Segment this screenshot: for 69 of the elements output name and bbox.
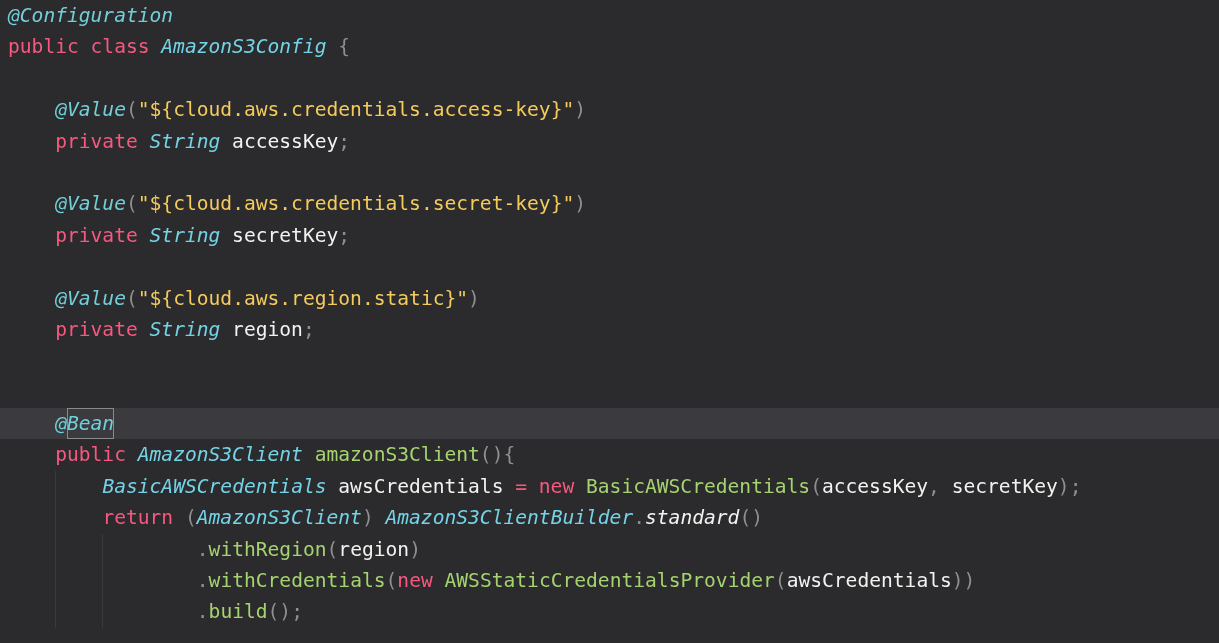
identifier: secretKey: [232, 222, 339, 249]
punctuation: .: [633, 505, 645, 532]
method-name: withCredentials: [208, 568, 386, 595]
method-name: amazonS3Client: [314, 442, 480, 469]
string-literal: "${cloud.aws.credentials.secret-key}": [137, 191, 575, 218]
punctuation: (){: [479, 442, 516, 469]
type-name: AmazonS3ClientBuilder: [385, 505, 634, 532]
identifier: secretKey: [951, 473, 1058, 500]
punctuation: ): [409, 536, 421, 563]
annotation-token: @Configuration: [8, 3, 174, 29]
punctuation: .: [196, 599, 209, 626]
annotation-token: @: [55, 411, 67, 438]
punctuation: .: [196, 536, 209, 563]
keyword-token: new: [397, 568, 434, 595]
annotation-token: @Value: [55, 97, 126, 124]
punctuation: (: [125, 97, 138, 124]
punctuation: (: [774, 568, 787, 595]
identifier: region: [338, 536, 410, 563]
method-name: AWSStaticCredentialsProvider: [444, 568, 775, 595]
punctuation: ): [468, 285, 480, 312]
punctuation: (: [326, 536, 339, 563]
punctuation: {: [338, 34, 351, 61]
punctuation: ): [361, 505, 375, 532]
punctuation: ,: [928, 473, 941, 500]
type-name: String: [149, 222, 222, 249]
keyword-token: new: [538, 473, 576, 500]
type-name: BasicAWSCredentials: [102, 473, 328, 500]
annotation-token: @Value: [55, 285, 126, 312]
punctuation: (: [385, 568, 398, 595]
string-literal: "${cloud.aws.region.static}": [137, 285, 469, 312]
identifier: awsCredentials: [338, 473, 505, 500]
method-name: withRegion: [208, 536, 327, 563]
punctuation: ;: [302, 316, 315, 343]
punctuation: );: [1057, 473, 1082, 500]
punctuation: (: [125, 191, 138, 218]
type-name: String: [149, 316, 222, 343]
annotation-token: @Value: [55, 191, 126, 218]
punctuation: ();: [267, 599, 303, 626]
keyword-token: private: [55, 316, 139, 343]
string-literal: "${cloud.aws.credentials.access-key}": [137, 97, 575, 124]
keyword-token: private: [55, 128, 139, 155]
identifier: accessKey: [232, 128, 339, 155]
keyword-token: public: [55, 442, 127, 469]
punctuation: ): [574, 191, 587, 218]
type-name: AmazonS3Config: [161, 34, 328, 61]
identifier: awsCredentials: [786, 568, 952, 595]
method-name: build: [208, 599, 268, 626]
annotation-token: Bean: [67, 408, 115, 440]
punctuation: .: [196, 568, 209, 595]
type-name: AmazonS3Client: [137, 442, 304, 469]
method-name: BasicAWSCredentials: [586, 473, 811, 500]
punctuation: ): [574, 97, 587, 124]
punctuation: ;: [338, 128, 351, 155]
keyword-token: private: [55, 222, 139, 249]
method-call: standard: [645, 505, 740, 532]
keyword-token: return: [102, 505, 175, 532]
punctuation: ;: [338, 222, 351, 249]
punctuation: (): [739, 505, 763, 532]
type-name: String: [149, 128, 222, 155]
punctuation: )): [951, 568, 976, 595]
keyword-token: public: [8, 34, 80, 61]
punctuation: (: [184, 505, 197, 532]
identifier: accessKey: [821, 473, 929, 500]
punctuation: (: [810, 473, 822, 500]
identifier: region: [232, 316, 303, 343]
keyword-token: class: [90, 34, 151, 61]
punctuation: (: [125, 285, 138, 312]
type-name: AmazonS3Client: [196, 505, 362, 532]
keyword-token: =: [515, 473, 529, 500]
